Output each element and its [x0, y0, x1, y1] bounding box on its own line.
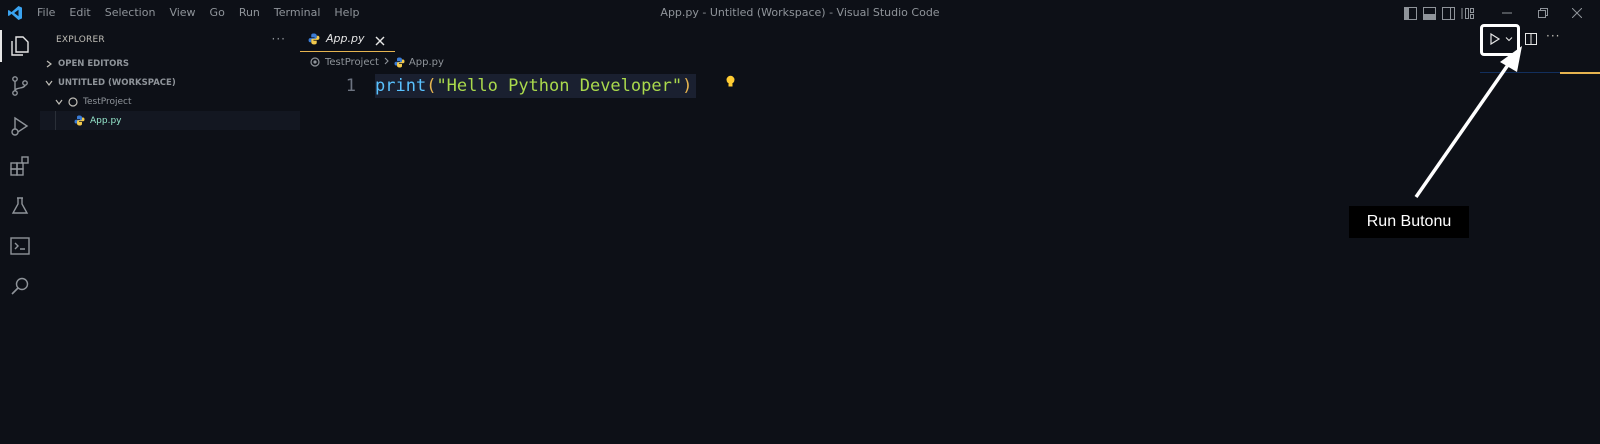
python-file-icon — [74, 115, 85, 126]
menu-edit[interactable]: Edit — [62, 0, 97, 26]
tab-label: App.py — [326, 32, 365, 45]
menu-file[interactable]: File — [30, 0, 62, 26]
folder-root-icon — [310, 57, 320, 67]
run-debug-icon[interactable] — [0, 106, 40, 146]
activity-bar — [0, 26, 40, 444]
menu-run[interactable]: Run — [232, 0, 267, 26]
vscode-logo-icon — [0, 0, 30, 26]
menu-bar: File Edit Selection View Go Run Terminal… — [30, 0, 366, 26]
run-button-callout: Run Butonu — [1349, 206, 1469, 238]
code-paren-open: ( — [426, 76, 437, 96]
file-label: App.py — [90, 115, 122, 126]
code-text[interactable]: print("Hello Python Developer") — [375, 74, 697, 98]
breadcrumb-project[interactable]: TestProject — [325, 57, 379, 68]
editor-more-actions[interactable]: ··· — [1546, 29, 1560, 43]
chevron-down-icon — [44, 78, 54, 88]
code-paren-close: ) — [682, 76, 693, 96]
menu-view[interactable]: View — [162, 0, 202, 26]
play-icon — [1489, 33, 1501, 45]
toggle-panel-icon[interactable] — [1423, 5, 1436, 24]
chevron-down-icon — [54, 97, 64, 107]
tree-item-testproject[interactable]: TestProject — [40, 92, 300, 111]
testing-icon[interactable] — [0, 186, 40, 226]
toggle-secondary-sidebar-icon[interactable] — [1442, 5, 1455, 24]
code-string-token: "Hello Python Developer" — [436, 76, 683, 96]
menu-go[interactable]: Go — [203, 0, 232, 26]
explorer-sidebar: EXPLORER ··· OPEN EDITORS UNTITLED (WORK… — [40, 26, 300, 444]
lightbulb-icon[interactable] — [725, 73, 736, 92]
code-function-token: print — [375, 76, 427, 96]
toggle-primary-sidebar-icon[interactable] — [1404, 5, 1417, 24]
open-editors-label: OPEN EDITORS — [58, 58, 130, 69]
split-editor-icon[interactable] — [1524, 31, 1538, 50]
workspace-label: UNTITLED (WORKSPACE) — [58, 77, 176, 88]
project-label: TestProject — [83, 96, 132, 107]
breadcrumb-separator-icon — [383, 57, 390, 68]
close-window-button[interactable] — [1554, 0, 1600, 26]
customize-layout-icon[interactable] — [1461, 5, 1474, 24]
python-file-icon — [394, 57, 405, 68]
remote-explorer-icon[interactable] — [0, 226, 40, 266]
chevron-down-icon[interactable] — [1505, 35, 1513, 43]
search-icon[interactable] — [0, 266, 40, 306]
folder-root-icon — [68, 96, 78, 107]
tab-app-py[interactable]: App.py — [300, 26, 395, 52]
source-control-icon[interactable] — [0, 66, 40, 106]
code-line-1[interactable]: 1 print("Hello Python Developer") — [300, 73, 1600, 99]
sidebar-title: EXPLORER — [56, 35, 105, 45]
tree-item-app-py[interactable]: App.py — [40, 111, 300, 130]
tree-indent-guide — [55, 111, 56, 130]
breadcrumb-file[interactable]: App.py — [409, 57, 444, 68]
python-file-icon — [308, 33, 320, 45]
sidebar-header: EXPLORER ··· — [40, 26, 300, 54]
layout-controls — [1404, 5, 1474, 24]
explorer-icon[interactable] — [0, 26, 40, 66]
menu-help[interactable]: Help — [327, 0, 366, 26]
open-editors-section[interactable]: OPEN EDITORS — [40, 54, 300, 73]
menu-selection[interactable]: Selection — [98, 0, 163, 26]
close-tab-icon[interactable] — [374, 32, 386, 46]
chevron-right-icon — [44, 59, 54, 69]
menu-terminal[interactable]: Terminal — [267, 0, 328, 26]
workspace-section[interactable]: UNTITLED (WORKSPACE) — [40, 73, 300, 92]
sidebar-more-actions[interactable]: ··· — [272, 32, 286, 46]
line-number: 1 — [345, 76, 356, 96]
extensions-icon[interactable] — [0, 146, 40, 186]
run-python-file-button[interactable] — [1480, 26, 1522, 52]
breadcrumb: TestProject App.py — [310, 53, 444, 71]
title-bar: File Edit Selection View Go Run Terminal… — [0, 0, 1600, 26]
editor-tabs: App.py ··· — [300, 24, 1600, 56]
